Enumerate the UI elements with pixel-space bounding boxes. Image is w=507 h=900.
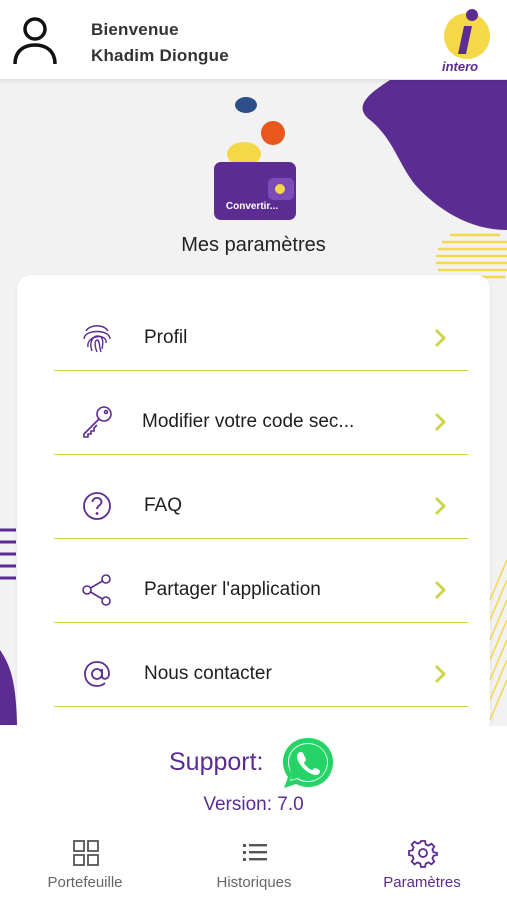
menu-item-label: Profil — [144, 327, 188, 348]
nav-label: Historiques — [216, 874, 292, 891]
nav-label: Paramètres — [383, 874, 461, 891]
gear-icon — [408, 840, 438, 868]
nav-item-portefeuille[interactable]: Portefeuille — [15, 830, 155, 900]
grid-icon — [73, 840, 99, 866]
menu-item-profil[interactable]: Profil — [54, 287, 468, 371]
welcome-block: Bienvenue Khadim Diongue — [91, 17, 229, 69]
menu-item-partager[interactable]: Partager l'application — [54, 539, 468, 623]
wallet-illustration: Convertir... — [210, 94, 310, 224]
version-text: Version: 7.0 — [203, 794, 304, 815]
menu-item-label: FAQ — [144, 495, 183, 516]
menu-item-modifier-code[interactable]: Modifier votre code sec... — [54, 371, 468, 455]
list-icon — [243, 844, 267, 861]
fingerprint-icon — [83, 325, 111, 353]
chevron-right-icon — [434, 328, 447, 348]
nav-item-historiques[interactable]: Historiques — [184, 830, 324, 900]
menu-item-nous-contacter[interactable]: Nous contacter — [54, 623, 468, 707]
key-icon — [83, 406, 112, 438]
bottom-navigation: Portefeuille Historiques Paramètres — [0, 830, 507, 900]
chevron-right-icon — [434, 496, 447, 516]
question-circle-icon — [83, 492, 111, 520]
page-title: Mes paramètres — [181, 234, 326, 256]
wallet-label: Convertir... — [225, 201, 279, 212]
support-label: Support: — [169, 748, 264, 776]
chevron-right-icon — [434, 664, 447, 684]
app-header: Bienvenue Khadim Diongue intero — [0, 0, 507, 80]
menu-item-label: Modifier votre code sec... — [142, 411, 355, 432]
greeting-text: Bienvenue — [91, 20, 179, 39]
settings-menu-card: Profil Modifier votre code sec... FAQ Pa… — [17, 275, 490, 735]
bottom-panel: Support: Version: 7.0 Portefeuille Histo… — [0, 726, 507, 900]
chevron-right-icon — [434, 580, 447, 600]
share-icon — [82, 574, 111, 606]
menu-item-faq[interactable]: FAQ — [54, 455, 468, 539]
menu-item-label: Nous contacter — [144, 663, 272, 684]
nav-label: Portefeuille — [47, 874, 123, 891]
whatsapp-icon[interactable] — [279, 735, 337, 791]
nav-item-parametres[interactable]: Paramètres — [352, 830, 492, 900]
user-name: Khadim Diongue — [91, 46, 229, 65]
at-sign-icon — [84, 661, 110, 687]
user-avatar-icon[interactable] — [10, 14, 60, 66]
logo-text: intero — [442, 59, 479, 74]
menu-item-label: Partager l'application — [144, 579, 321, 600]
chevron-right-icon — [434, 412, 447, 432]
